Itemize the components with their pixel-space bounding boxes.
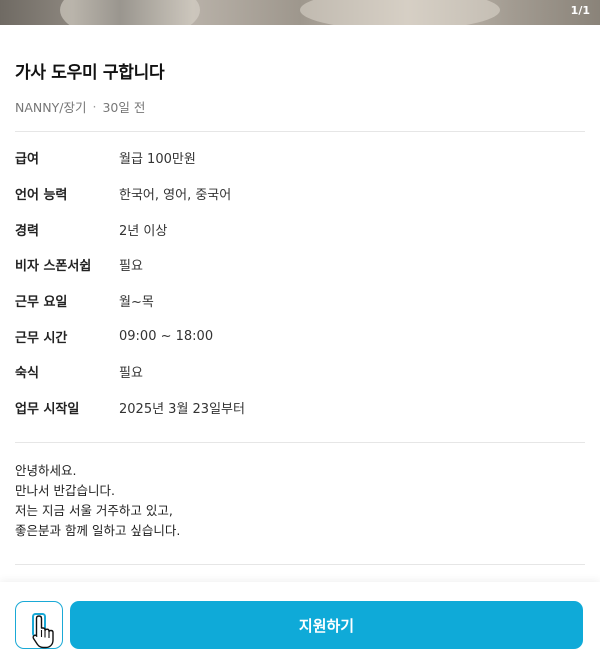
description-line: 저는 지금 서울 거주하고 있고,: [15, 503, 173, 518]
meta-separator: ·: [92, 99, 97, 114]
post-header: 가사 도우미 구합니다 NANNY/장기 · 30일 전: [15, 58, 585, 116]
detail-value: 09:00 ~ 18:00: [119, 328, 214, 344]
detail-row-visa: 비자 스폰서쉽 필요: [15, 247, 585, 283]
post-meta: NANNY/장기 · 30일 전: [15, 97, 585, 116]
hero-image-highlight: [60, 0, 200, 25]
detail-value: 한국어, 영어, 중국어: [119, 188, 232, 204]
detail-value: 월~목: [119, 295, 154, 311]
detail-row-workdays: 근무 요일 월~목: [15, 283, 585, 319]
detail-row-salary: 급여 월급 100만원: [15, 140, 585, 176]
detail-value: 2년 이상: [119, 223, 168, 239]
hand-cursor-icon: [32, 615, 54, 649]
detail-row-lodging: 숙식 필요: [15, 354, 585, 390]
divider: [15, 442, 585, 443]
description-line: 좋은분과 함께 일하고 싶습니다.: [15, 523, 181, 538]
detail-value: 월급 100만원: [119, 152, 196, 168]
detail-label: 근무 요일: [15, 295, 68, 311]
detail-row-experience: 경력 2년 이상: [15, 211, 585, 247]
hero-image-highlight: [300, 0, 500, 25]
detail-label: 경력: [15, 223, 39, 239]
detail-row-startdate: 업무 시작일 2025년 3월 23일부터: [15, 390, 585, 426]
post-description: 안녕하세요. 만나서 반갑습니다. 저는 지금 서울 거주하고 있고, 좋은분과…: [15, 461, 585, 541]
image-counter: 1/1: [570, 4, 590, 17]
detail-value: 필요: [119, 366, 143, 382]
detail-label: 근무 시간: [15, 330, 68, 346]
divider: [15, 131, 585, 132]
detail-value: 2025년 3월 23일부터: [119, 402, 245, 418]
detail-row-workhours: 근무 시간 09:00 ~ 18:00: [15, 318, 585, 354]
bottom-action-bar: 지원하기: [0, 582, 600, 666]
detail-label: 언어 능력: [15, 188, 68, 204]
detail-value: 필요: [119, 259, 143, 275]
post-title: 가사 도우미 구합니다: [15, 63, 165, 83]
detail-label: 비자 스폰서쉽: [15, 259, 92, 275]
detail-row-language: 언어 능력 한국어, 영어, 중국어: [15, 176, 585, 212]
post-time: 30일 전: [102, 100, 146, 115]
divider: [15, 564, 585, 565]
detail-label: 숙식: [15, 366, 39, 382]
detail-label: 업무 시작일: [15, 402, 80, 418]
detail-label: 급여: [15, 152, 39, 168]
job-details: 급여 월급 100만원 언어 능력 한국어, 영어, 중국어 경력 2년 이상 …: [15, 140, 585, 426]
description-line: 만나서 반갑습니다.: [15, 483, 115, 498]
hero-image[interactable]: 1/1: [0, 0, 600, 25]
apply-button[interactable]: 지원하기: [70, 601, 583, 649]
description-line: 안녕하세요.: [15, 463, 77, 478]
post-category: NANNY/장기: [15, 100, 87, 115]
